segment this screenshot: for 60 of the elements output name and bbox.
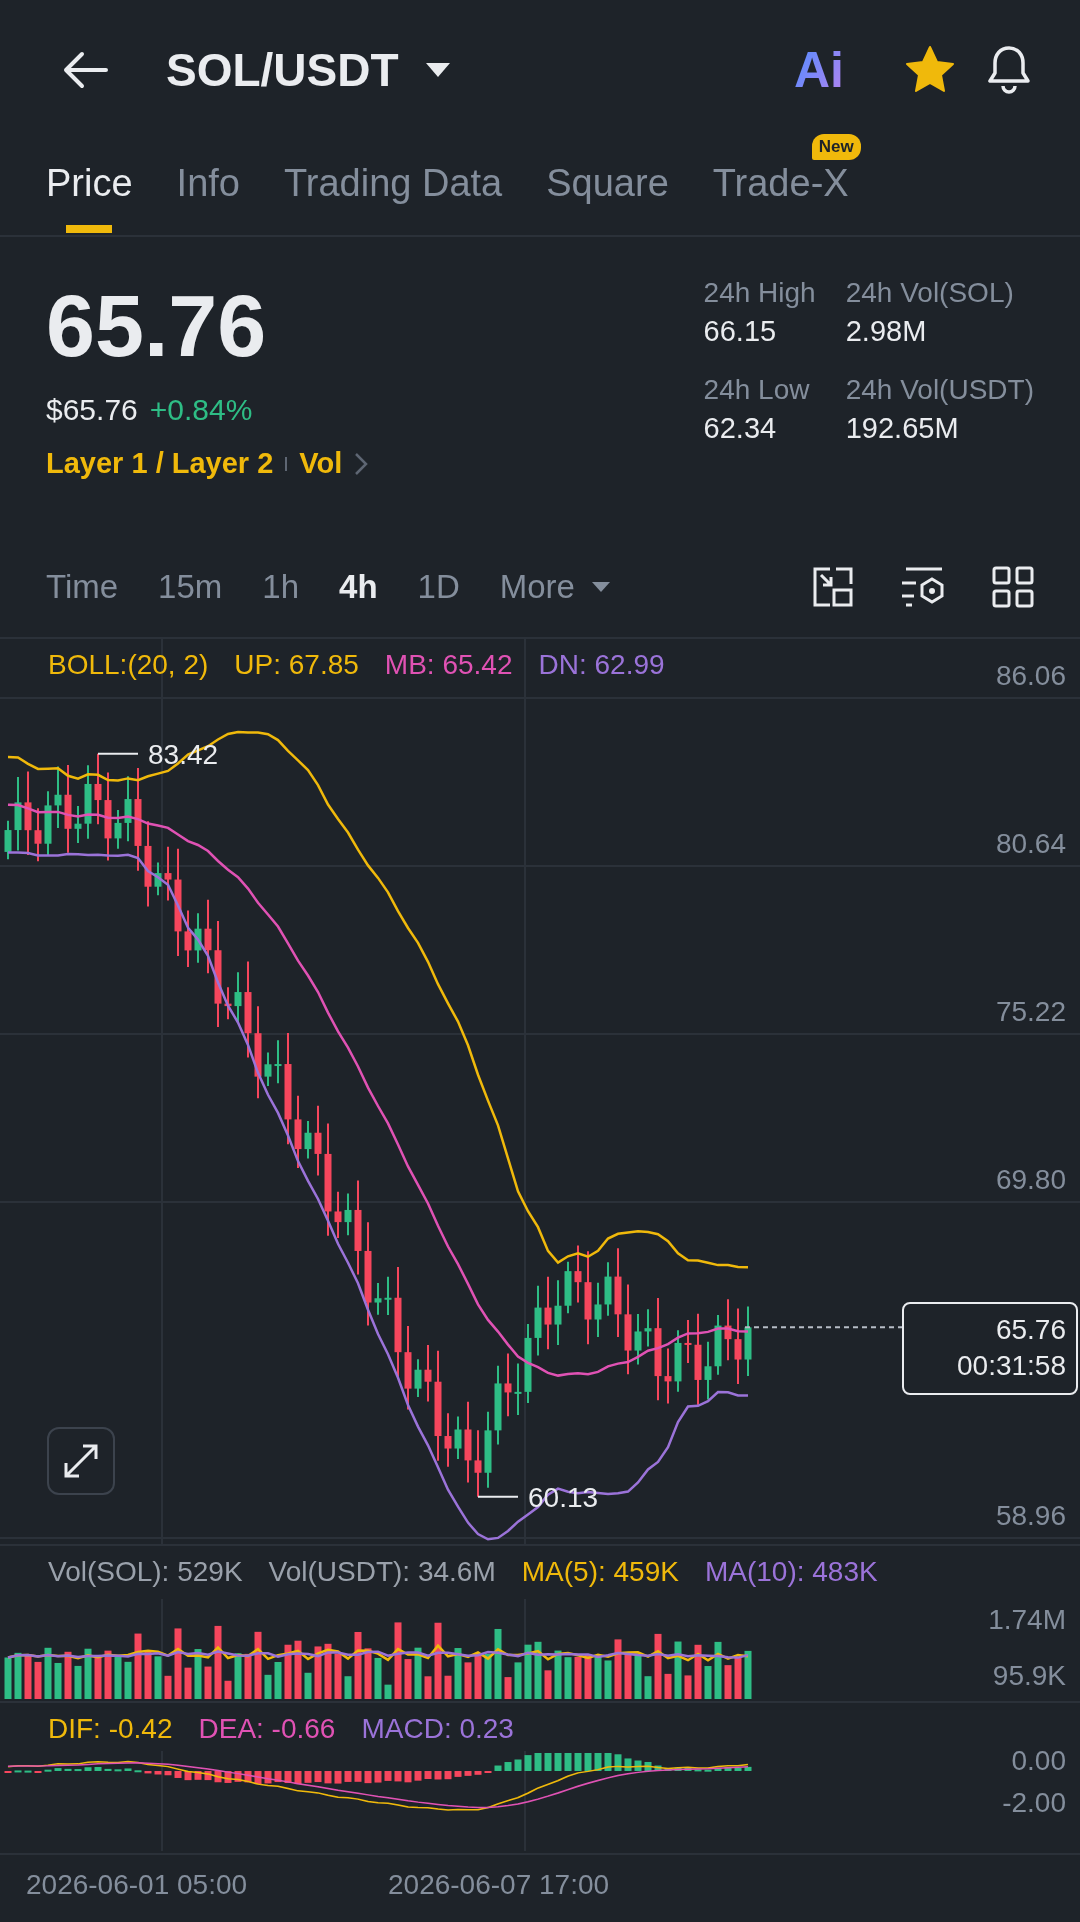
interval-option[interactable]: 15m: [158, 568, 223, 606]
stat-value: 62.34: [703, 412, 778, 445]
volume-axis-label: 1.74M: [988, 1604, 1066, 1636]
chevron-right-icon[interactable]: [354, 451, 369, 476]
stat-value: 192.65M: [845, 412, 960, 445]
tab[interactable]: Square: [546, 162, 669, 233]
indicator-label: MB: 65.42: [384, 649, 513, 681]
interval-option[interactable]: 4h: [339, 568, 378, 606]
tab[interactable]: Info: [176, 162, 240, 233]
picture-in-picture-icon[interactable]: [812, 566, 854, 608]
indicator-label: DIF: -0.42: [48, 1713, 173, 1745]
usd-price: $65.76: [46, 393, 138, 427]
indicator-label: Vol(SOL): 529K: [48, 1556, 243, 1588]
price-axis-label: 75.22: [995, 996, 1066, 1028]
stat-value: 2.98M: [845, 315, 928, 348]
macd-axis-label: -2.00: [1002, 1787, 1066, 1819]
price-axis-label: 58.96: [995, 1500, 1066, 1532]
grid-icon[interactable]: [992, 566, 1034, 608]
tab[interactable]: Price: [46, 162, 133, 233]
new-badge: New: [811, 134, 861, 160]
indicator-label: DEA: -0.66: [198, 1713, 336, 1745]
macd-axis-label: 0.00: [1011, 1745, 1066, 1777]
interval-option[interactable]: Time: [46, 568, 119, 606]
pair-selector[interactable]: SOL/USDT: [166, 43, 451, 97]
interval-option[interactable]: 1h: [262, 568, 300, 606]
price-axis-label: 69.80: [995, 1164, 1066, 1196]
interval-option[interactable]: More: [499, 568, 611, 606]
price-change: +0.84%: [149, 393, 253, 427]
last-price: 65.76: [46, 275, 268, 377]
price-axis-label: 80.64: [995, 828, 1066, 860]
price-axis-label: 86.06: [995, 660, 1066, 692]
current-price-tag: 65.76 00:31:58: [902, 1302, 1078, 1395]
chart-settings-icon[interactable]: [900, 566, 946, 608]
stat-value: 66.15: [703, 315, 778, 348]
indicator-label: MA(10): 483K: [704, 1556, 878, 1588]
category-tag[interactable]: Layer 1 / Layer 2: [46, 447, 274, 480]
volume-axis-label: 95.9K: [992, 1660, 1066, 1692]
stat-label: 24h Vol(SOL): [845, 277, 1015, 309]
category-tag[interactable]: Vol: [299, 447, 343, 480]
caret-icon: [424, 62, 451, 78]
stat-label: 24h High: [703, 277, 816, 309]
bell-icon[interactable]: [986, 44, 1032, 96]
star-icon[interactable]: [904, 45, 956, 95]
stat-label: 24h Low: [703, 374, 811, 406]
fullscreen-button[interactable]: [47, 1427, 115, 1495]
interval-option[interactable]: 1D: [417, 568, 460, 606]
indicator-label: BOLL:(20, 2): [48, 649, 209, 681]
indicator-label: UP: 67.85: [234, 649, 359, 681]
time-axis-label: 2026-06-01 05:00: [26, 1869, 248, 1901]
indicator-label: Vol(USDT): 34.6M: [268, 1556, 496, 1588]
leader-line: [97, 752, 139, 755]
tab[interactable]: Trading Data: [283, 162, 503, 233]
time-axis-label: 2026-06-07 17:00: [388, 1869, 610, 1901]
stat-label: 24h Vol(USDT): [845, 374, 1034, 406]
tab[interactable]: Trade-X: [712, 162, 849, 233]
indicator-label: MA(5): 459K: [521, 1556, 679, 1588]
indicator-label: DN: 62.99: [538, 649, 665, 681]
leader-line: [477, 1495, 519, 1498]
caret-icon: [590, 581, 611, 593]
indicator-label: MACD: 0.23: [361, 1713, 514, 1745]
